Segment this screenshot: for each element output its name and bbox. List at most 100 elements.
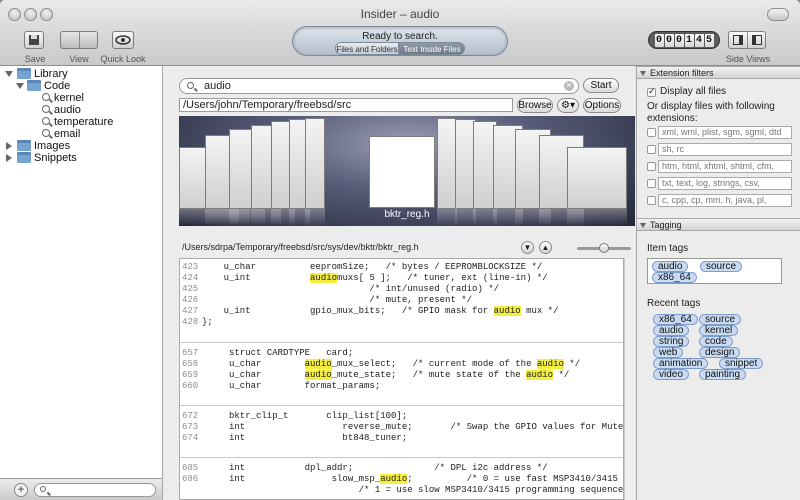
tagging-header[interactable]: Tagging (637, 218, 800, 231)
tab-text-inside-files[interactable]: Text Inside Files (399, 42, 465, 55)
side-views-segmented-control[interactable] (728, 31, 766, 49)
sidebar-item-kernel[interactable]: kernel (0, 92, 163, 104)
file-thumbnail[interactable] (305, 118, 325, 209)
recent-tag[interactable]: design (699, 347, 741, 358)
extension-field[interactable]: xml, wml, plist, sgm, sgml, dtd (658, 126, 792, 139)
text-size-slider[interactable] (577, 243, 631, 253)
display-all-label: Display all files (660, 86, 727, 97)
save-search-button[interactable] (24, 31, 44, 49)
search-icon (42, 129, 50, 137)
search-match-highlight: audio (304, 359, 332, 369)
code-block-separator (180, 342, 623, 343)
counter-digit: 0 (654, 33, 664, 47)
search-input[interactable]: audio ✕ (179, 78, 579, 94)
view-label: View (69, 54, 89, 64)
disclosure-triangle-icon[interactable] (6, 154, 12, 162)
code-preview[interactable]: 423 u_char eepromSize; /* bytes / EEPROM… (179, 258, 624, 500)
code-line: 659 u_char audio_mute_state; /* mute sta… (180, 370, 623, 381)
sidebar-item-snippets[interactable]: Snippets (0, 152, 163, 164)
extension-field[interactable]: c, cpp, cp, mm, h, java, pl, (658, 194, 792, 207)
disclosure-triangle-icon[interactable] (5, 71, 13, 77)
extension-checkbox[interactable] (647, 162, 656, 171)
code-block-separator (180, 405, 623, 406)
item-tag[interactable]: x86_64 (652, 272, 697, 283)
add-button[interactable]: + (14, 483, 28, 497)
code-text: u_char (202, 359, 305, 369)
disclosure-triangle-icon[interactable] (640, 223, 646, 228)
line-number: 674 (182, 433, 199, 443)
code-line: 428}; (180, 317, 623, 328)
search-path-field[interactable]: /Users/john/Temporary/freebsd/src (179, 98, 513, 112)
extension-field[interactable]: txt, text, log, strings, csv, (658, 177, 792, 190)
display-all-checkbox[interactable] (647, 86, 656, 97)
recent-tag[interactable]: kernel (699, 325, 739, 336)
recent-tag[interactable]: web (653, 347, 684, 358)
disclosure-triangle-icon[interactable] (640, 71, 646, 76)
previous-match-button[interactable]: ▲ (539, 241, 552, 254)
counter-digit: 5 (704, 33, 714, 47)
item-tags-field[interactable]: audio source x86_64 (647, 258, 782, 284)
recent-tag[interactable]: animation (653, 358, 709, 369)
recent-tag[interactable]: video (653, 369, 689, 380)
slider-knob[interactable] (599, 243, 609, 253)
sidebar-item-label: audio (54, 104, 81, 116)
tagging-title: Tagging (650, 220, 682, 230)
inspector-panel: Extension filters Display all files Or d… (636, 66, 800, 500)
extension-field[interactable]: htm, html, xhtml, shtml, cfm, (658, 160, 792, 173)
sidebar-item-images[interactable]: Images (0, 140, 163, 152)
code-text: u_char (202, 370, 305, 380)
code-text: _mux_select; /* current mode of the (331, 359, 537, 369)
options-button[interactable]: Options (583, 98, 621, 113)
item-tags-label: Item tags (647, 243, 689, 254)
recent-tag[interactable]: source (699, 314, 742, 325)
code-line: 672 bktr_clip_t clip_list[100]; (180, 411, 623, 422)
app-window: Insider – audio Save Search View Quick L… (0, 0, 800, 500)
recent-tag[interactable]: painting (699, 369, 747, 380)
file-thumbnail[interactable] (437, 118, 457, 209)
sidebar-search-input[interactable] (34, 483, 156, 497)
disclosure-triangle-icon[interactable] (6, 142, 12, 150)
extension-checkbox[interactable] (647, 145, 656, 154)
start-button[interactable]: Start (583, 78, 619, 93)
recent-tag[interactable]: code (699, 336, 733, 347)
cover-flow[interactable]: bktr_reg.h (179, 116, 635, 226)
recent-tag[interactable]: string (653, 336, 690, 347)
recent-tag[interactable]: audio (653, 325, 690, 336)
view-segmented-control[interactable] (60, 31, 98, 49)
gear-menu-button[interactable]: ⚙▾ (557, 98, 579, 113)
code-text: int dpl_addr; /* DPL i2c address */ (202, 463, 548, 473)
clear-icon[interactable]: ✕ (564, 81, 574, 91)
extension-checkbox[interactable] (647, 196, 656, 205)
item-tag[interactable]: audio (652, 261, 689, 272)
recent-tag[interactable]: x86_64 (653, 314, 698, 325)
extension-filters-header[interactable]: Extension filters (637, 66, 800, 79)
search-match-highlight: audio (493, 306, 521, 316)
sidebar-item-temperature[interactable]: temperature (0, 116, 163, 128)
extension-field[interactable]: sh, rc (658, 143, 792, 156)
sidebar-item-audio[interactable]: audio (0, 104, 163, 116)
disclosure-triangle-icon[interactable] (16, 83, 24, 89)
recent-tag[interactable]: snippet (719, 358, 764, 369)
extension-checkbox[interactable] (647, 179, 656, 188)
code-text: struct CARDTYPE card; (202, 348, 354, 358)
selected-file-thumbnail[interactable] (369, 136, 435, 208)
sidebar-item-code[interactable]: Code (0, 80, 163, 92)
code-text: */ (553, 370, 570, 380)
tab-files-and-folders[interactable]: Files and Folders (335, 42, 399, 55)
toolbar-toggle-button[interactable] (767, 8, 789, 21)
item-tag[interactable]: source (700, 261, 743, 272)
code-line: 674 int bt848_tuner; (180, 433, 623, 444)
sidebar-item-library[interactable]: Library (0, 68, 163, 80)
sidebar-item-email[interactable]: email (0, 128, 163, 140)
sidebar-item-label: Library (34, 68, 68, 80)
code-line: 686 int slow_msp_audio; /* 0 = use fast … (180, 474, 623, 485)
next-match-button[interactable]: ▼ (521, 241, 534, 254)
code-scrollbar[interactable] (624, 258, 635, 500)
sidebar-item-label: temperature (54, 116, 114, 128)
code-text: */ (563, 359, 581, 369)
file-thumbnail[interactable] (567, 147, 627, 209)
search-icon (42, 93, 50, 101)
quick-look-button[interactable] (112, 31, 134, 49)
browse-button[interactable]: Browse (517, 98, 553, 113)
extension-checkbox[interactable] (647, 128, 656, 137)
